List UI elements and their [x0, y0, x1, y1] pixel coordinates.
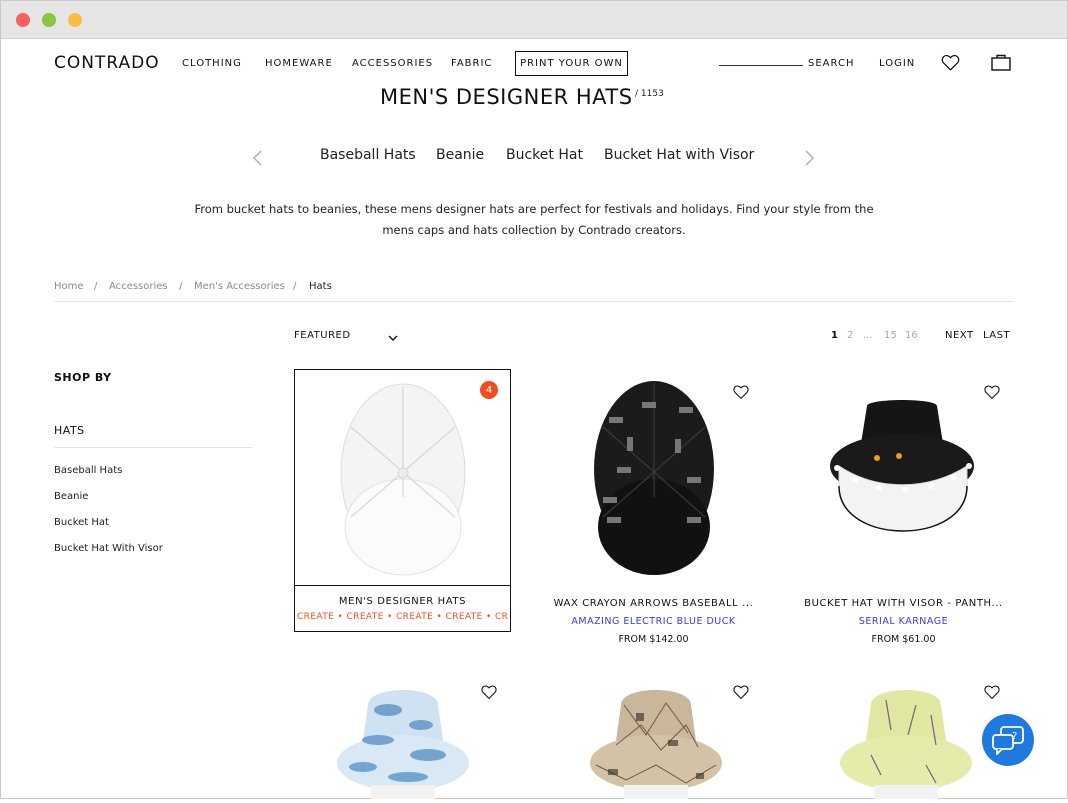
- page-ellipsis: ...: [863, 330, 873, 341]
- breadcrumb-accessories[interactable]: Accessories: [109, 281, 168, 292]
- filter-bucket-hat-with-visor[interactable]: Bucket Hat With Visor: [54, 543, 163, 554]
- subcategory-bucket-hat-visor[interactable]: Bucket Hat with Visor: [604, 147, 754, 163]
- chat-bubble-icon: ?: [992, 726, 1024, 755]
- chat-support-button[interactable]: ?: [982, 714, 1034, 766]
- product-image-patterned-bucket-hat[interactable]: [586, 685, 726, 803]
- product-image-bucket-hat-visor[interactable]: [827, 396, 977, 560]
- title-bar: [1, 1, 1067, 39]
- wishlist-heart-icon[interactable]: [984, 384, 1000, 404]
- subcategory-bucket-hat[interactable]: Bucket Hat: [506, 147, 583, 163]
- search-input[interactable]: [719, 65, 803, 66]
- page-1[interactable]: 1: [831, 330, 838, 341]
- nav-fabric[interactable]: FABRIC: [451, 58, 492, 69]
- breadcrumb-hats: Hats: [309, 281, 332, 292]
- close-window-button[interactable]: [16, 13, 30, 27]
- filter-baseball-hats[interactable]: Baseball Hats: [54, 465, 122, 476]
- product-image-black-cap[interactable]: [587, 377, 721, 583]
- carousel-prev-icon[interactable]: [252, 147, 264, 172]
- search-button[interactable]: SEARCH: [808, 58, 854, 69]
- print-your-own-button[interactable]: PRINT YOUR OWN: [515, 51, 628, 76]
- divider: [54, 301, 1014, 302]
- zoom-window-button[interactable]: [68, 13, 82, 27]
- subcategory-beanie[interactable]: Beanie: [436, 147, 484, 163]
- page-15[interactable]: 15: [884, 330, 897, 341]
- product-image-white-cap[interactable]: [331, 377, 476, 586]
- product-image-yellow-bucket-hat[interactable]: [836, 685, 976, 803]
- divider: [54, 447, 252, 448]
- breadcrumb-home[interactable]: Home: [54, 281, 84, 292]
- hats-filter-heading[interactable]: HATS: [54, 424, 85, 437]
- minimize-window-button[interactable]: [42, 13, 56, 27]
- heart-icon[interactable]: [941, 54, 960, 75]
- page-2[interactable]: 2: [847, 330, 853, 341]
- filter-beanie[interactable]: Beanie: [54, 491, 88, 502]
- wishlist-heart-icon[interactable]: [733, 684, 749, 704]
- nav-accessories[interactable]: ACCESSORIES: [352, 58, 433, 69]
- product-title[interactable]: BUCKET HAT WITH VISOR - PANTH...: [796, 598, 1011, 609]
- product-count: / 1153: [635, 89, 664, 99]
- site-logo[interactable]: CONTRADO: [54, 53, 160, 73]
- page-title: MEN'S DESIGNER HATS: [380, 85, 633, 109]
- nav-clothing[interactable]: CLOTHING: [182, 58, 242, 69]
- wishlist-heart-icon[interactable]: [733, 384, 749, 404]
- design-count-badge: 4: [480, 381, 498, 399]
- product-image-blue-bucket-hat[interactable]: [333, 685, 473, 803]
- product-title[interactable]: WAX CRAYON ARROWS BASEBALL ...: [546, 598, 761, 609]
- login-link[interactable]: LOGIN: [879, 58, 915, 69]
- product-price: FROM $142.00: [618, 634, 689, 645]
- divider: [294, 585, 511, 586]
- svg-text:?: ?: [1012, 731, 1017, 742]
- wishlist-heart-icon[interactable]: [984, 684, 1000, 704]
- product-title[interactable]: MEN'S DESIGNER HATS: [294, 596, 511, 607]
- filter-bucket-hat[interactable]: Bucket Hat: [54, 517, 109, 528]
- shop-by-heading: SHOP BY: [54, 371, 112, 384]
- wishlist-heart-icon[interactable]: [481, 684, 497, 704]
- breadcrumb-mens-accessories[interactable]: Men's Accessories: [194, 281, 285, 292]
- nav-homeware[interactable]: HOMEWARE: [265, 58, 333, 69]
- breadcrumb-separator: /: [293, 281, 297, 292]
- sort-dropdown[interactable]: FEATURED: [294, 330, 351, 341]
- breadcrumb-separator: /: [179, 281, 183, 292]
- page-16[interactable]: 16: [905, 330, 918, 341]
- last-page-link[interactable]: LAST: [983, 330, 1010, 341]
- product-price: FROM $61.00: [871, 634, 936, 645]
- category-description: From bucket hats to beanies, these mens …: [194, 202, 874, 237]
- subcategory-baseball-hats[interactable]: Baseball Hats: [320, 147, 416, 163]
- create-link-strip[interactable]: CREATE • CREATE • CREATE • CREATE • CREA…: [297, 612, 508, 622]
- browser-window: CONTRADO CLOTHING HOMEWARE ACCESSORIES F…: [0, 0, 1068, 799]
- next-page-link[interactable]: NEXT: [945, 330, 974, 341]
- product-creator-link[interactable]: SERIAL KARNAGE: [796, 616, 1011, 627]
- breadcrumb-separator: /: [94, 281, 98, 292]
- product-creator-link[interactable]: AMAZING ELECTRIC BLUE DUCK: [546, 616, 761, 627]
- carousel-next-icon[interactable]: [803, 147, 815, 172]
- chevron-down-icon[interactable]: [387, 328, 399, 347]
- bag-icon[interactable]: [991, 54, 1011, 75]
